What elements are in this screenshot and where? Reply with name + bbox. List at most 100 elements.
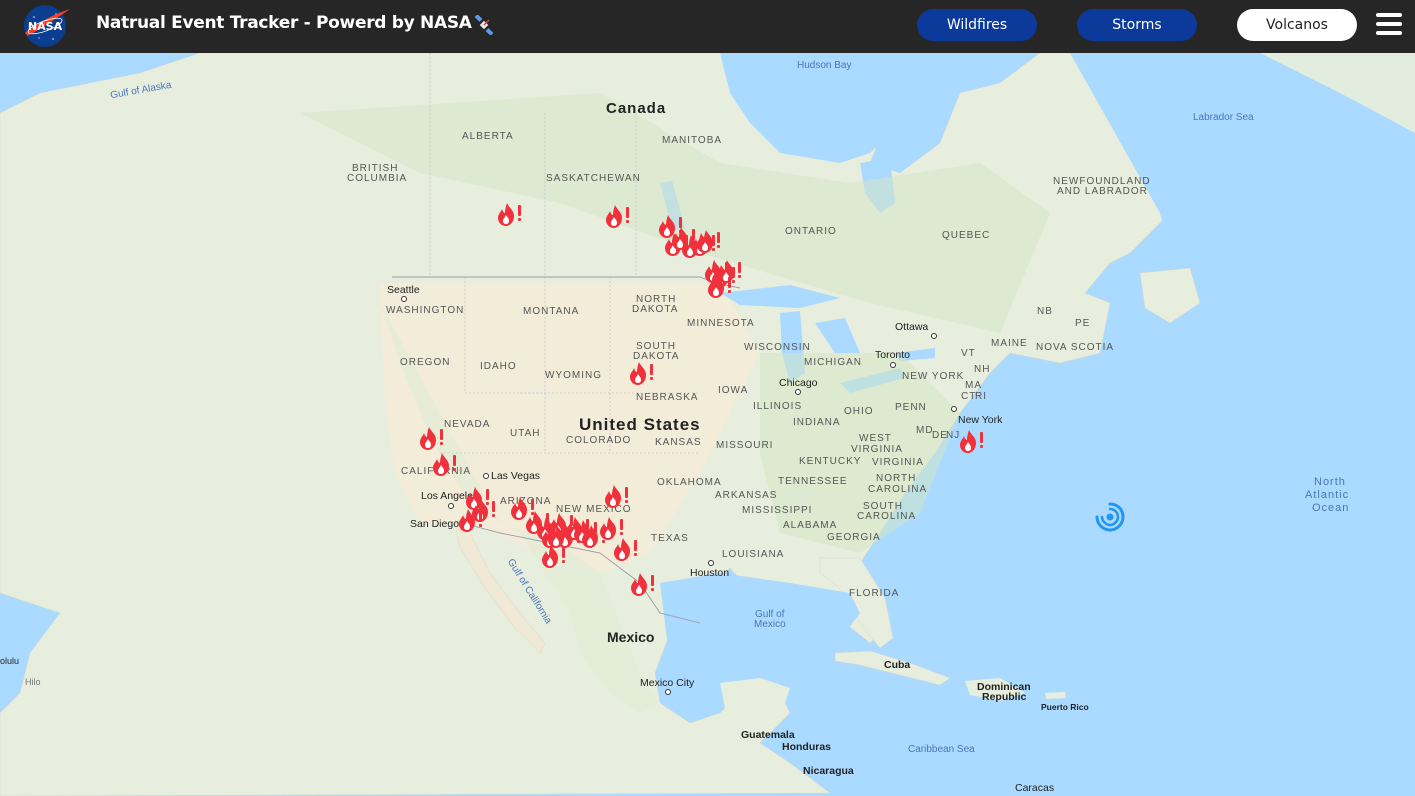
hurricane-icon[interactable] — [1093, 500, 1127, 534]
label-state: AND LABRADOR — [1057, 186, 1148, 197]
label-nicaragua: Nicaragua — [803, 765, 854, 777]
label-state: ILLINOIS — [753, 401, 803, 412]
label-state: VIRGINIA — [872, 457, 924, 468]
city-dot — [448, 503, 454, 509]
label-state: MINNESOTA — [687, 318, 755, 329]
fire-alert-icon[interactable] — [603, 483, 633, 511]
label-state: ONTARIO — [785, 226, 837, 237]
label-state: UTAH — [510, 428, 541, 439]
label-state: NEVADA — [444, 419, 491, 430]
city-hilo: Hilo — [25, 677, 41, 687]
label-state: VIRGINIA — [851, 444, 903, 455]
label-state: NB — [1037, 306, 1053, 317]
fire-alert-icon[interactable] — [604, 203, 634, 231]
city-toronto: Toronto — [875, 349, 911, 361]
label-state: IOWA — [718, 385, 749, 396]
label-state: INDIANA — [793, 417, 841, 428]
water-hudson-bay: Hudson Bay — [797, 60, 852, 71]
city-ottawa: Ottawa — [895, 321, 929, 333]
city-dot — [483, 473, 489, 479]
label-state: PENN — [895, 402, 927, 413]
label-state: QUEBEC — [942, 230, 991, 241]
city-dot — [665, 689, 671, 695]
map-canvas[interactable]: Canada United States Mexico ALBERTA BRIT… — [0, 53, 1415, 796]
label-state: CAROLINA — [857, 511, 917, 522]
app-title: Natrual Event Tracker - Powerd by NASA — [96, 13, 472, 33]
city-dot — [401, 296, 407, 302]
nasa-logo[interactable]: NASA — [20, 3, 72, 49]
label-state: WYOMING — [545, 370, 602, 381]
fire-alert-icon[interactable] — [457, 507, 487, 535]
city-dot — [931, 333, 937, 339]
fire-alert-icon[interactable] — [629, 571, 659, 599]
water-north: North — [1314, 476, 1346, 488]
label-state: ALBERTA — [462, 131, 514, 142]
label-state: SASKATCHEWAN — [546, 173, 641, 184]
storms-button[interactable]: Storms — [1077, 9, 1197, 41]
city-mexico-city: Mexico City — [640, 677, 695, 689]
city-honolulu: olulu — [0, 656, 20, 666]
label-state: TENNESSEE — [778, 476, 848, 487]
label-state: VT — [961, 348, 976, 359]
label-state: ALABAMA — [783, 520, 838, 531]
fire-alert-icon[interactable] — [496, 201, 526, 229]
city-caracas: Caracas — [1015, 782, 1055, 794]
label-state: TEXAS — [651, 533, 689, 544]
label-state: MISSISSIPPI — [742, 505, 813, 516]
label-state: RI — [975, 391, 987, 402]
city-dot — [951, 406, 957, 412]
city-dot — [890, 362, 896, 368]
label-state: OREGON — [400, 357, 451, 368]
label-state: IDAHO — [480, 361, 517, 372]
label-state: OHIO — [844, 406, 874, 417]
label-cuba: Cuba — [884, 659, 911, 671]
hamburger-menu-icon[interactable] — [1376, 13, 1402, 37]
svg-text:NASA: NASA — [28, 20, 63, 33]
fire-alert-icon[interactable] — [418, 425, 448, 453]
label-state: WISCONSIN — [744, 342, 811, 353]
fire-alert-icon[interactable] — [546, 523, 576, 551]
label-state: WEST — [859, 433, 892, 444]
water-labrador-sea: Labrador Sea — [1193, 112, 1254, 123]
volcanos-button[interactable]: Volcanos — [1237, 9, 1357, 41]
fire-alert-icon[interactable] — [628, 360, 658, 388]
water-ocean: Ocean — [1312, 502, 1350, 514]
city-new-york: New York — [958, 414, 1003, 426]
label-state: DAKOTA — [632, 304, 679, 315]
label-state: COLUMBIA — [347, 173, 408, 184]
label-state: DE — [932, 430, 948, 441]
label-guatemala: Guatemala — [741, 729, 795, 741]
label-state: NOVA SCOTIA — [1036, 342, 1115, 353]
fire-alert-icon[interactable] — [695, 228, 725, 256]
city-san-diego: San Diego — [410, 518, 460, 530]
label-united-states: United States — [579, 415, 701, 434]
city-dot — [708, 560, 714, 566]
water-caribbean-sea: Caribbean Sea — [908, 744, 975, 755]
label-state: WASHINGTON — [386, 305, 465, 316]
label-state: NORTH — [876, 473, 917, 484]
label-honduras: Honduras — [782, 741, 832, 753]
label-state: MICHIGAN — [804, 357, 862, 368]
city-seattle: Seattle — [387, 284, 420, 296]
label-state: MD — [916, 425, 934, 436]
water-mexico: Mexico — [754, 619, 786, 630]
label-state: LOUISIANA — [722, 549, 785, 560]
label-republic: Republic — [982, 691, 1027, 703]
label-state: NEW YORK — [902, 371, 965, 382]
water-atlantic: Atlantic — [1305, 489, 1350, 501]
wildfires-button[interactable]: Wildfires — [917, 9, 1037, 41]
label-state: NH — [974, 364, 991, 375]
city-chicago: Chicago — [779, 377, 818, 389]
label-state: MA — [965, 380, 982, 391]
label-state: CAROLINA — [868, 484, 928, 495]
label-state: MISSOURI — [716, 440, 774, 451]
fire-alert-icon[interactable] — [431, 451, 461, 479]
fire-alert-icon[interactable] — [612, 536, 642, 564]
app-header: NASA Natrual Event Tracker - Powerd by N… — [0, 0, 1415, 53]
label-mexico: Mexico — [607, 629, 655, 645]
fire-alert-icon[interactable] — [958, 428, 988, 456]
fire-alert-icon[interactable] — [706, 273, 736, 301]
label-state: KENTUCKY — [799, 456, 862, 467]
label-state: COLORADO — [566, 435, 632, 446]
map-basemap — [0, 53, 1415, 796]
